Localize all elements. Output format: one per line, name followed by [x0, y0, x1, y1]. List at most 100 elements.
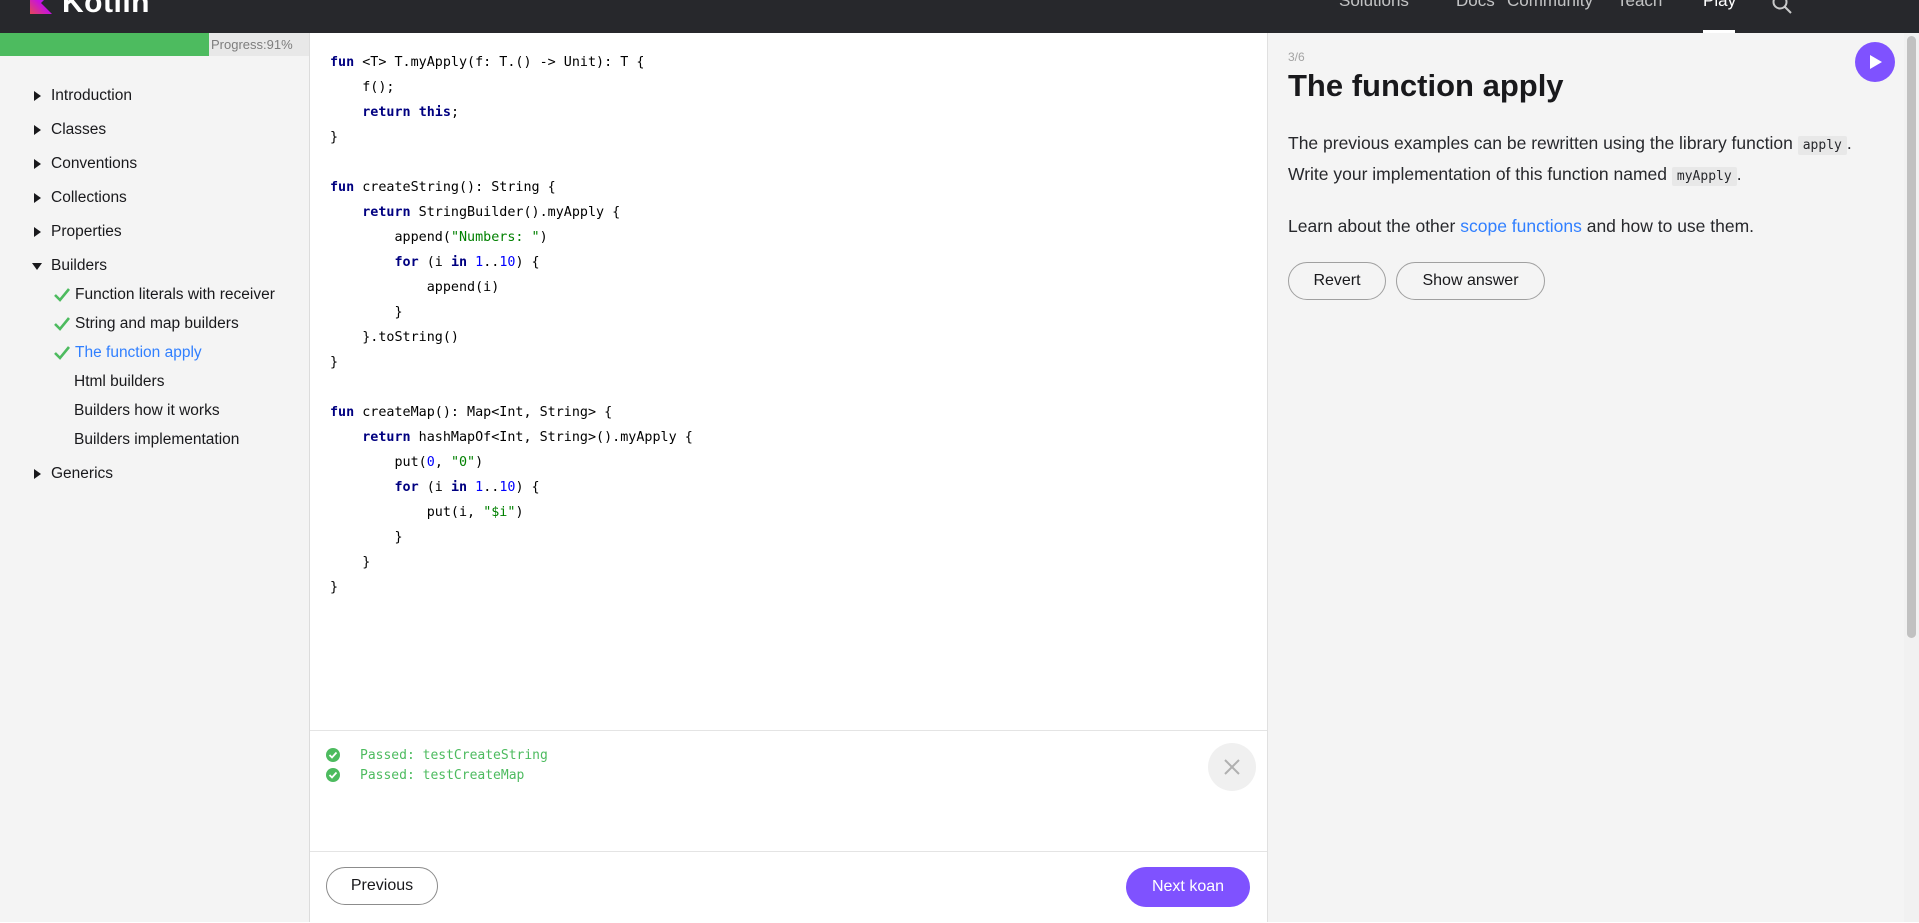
koan-counter: 3/6 — [1288, 50, 1305, 64]
kotlin-logo-icon — [30, 0, 52, 14]
test-result-text: Passed: testCreateMap — [360, 767, 525, 783]
code-line[interactable]: fun <T> T.myApply(f: T.() -> Unit): T { — [330, 50, 693, 75]
code-line[interactable]: ​ — [330, 150, 693, 175]
section-label: Classes — [51, 121, 107, 138]
nav-docs[interactable]: Docs — [1456, 0, 1495, 11]
task-title: The function apply — [1288, 68, 1564, 103]
koan-function-literals-with-receiver[interactable]: Function literals with receiver — [53, 282, 275, 308]
code-line[interactable]: append("Numbers: ") — [330, 225, 693, 250]
description-text: The previous examples can be rewritten u… — [1288, 133, 1793, 153]
section-label: Conventions — [51, 155, 138, 172]
test-result-line: Passed: testCreateMap — [326, 765, 524, 785]
section-label: Generics — [51, 465, 114, 482]
koan-html-builders[interactable]: Html builders — [74, 369, 164, 395]
revert-button[interactable]: Revert — [1288, 262, 1386, 300]
nav-teach[interactable]: Teach — [1617, 0, 1662, 11]
caret-right-icon — [34, 469, 41, 479]
inline-code: apply — [1797, 136, 1847, 155]
code-line[interactable]: }.toString() — [330, 325, 693, 350]
check-circle-icon — [326, 768, 340, 782]
caret-right-icon — [34, 125, 41, 135]
previous-button[interactable]: Previous — [326, 867, 438, 905]
section-label: Collections — [51, 189, 127, 206]
progress-label: Progress:91% — [211, 37, 293, 52]
section-conventions[interactable]: Conventions — [0, 151, 137, 177]
code-line[interactable]: } — [330, 575, 693, 600]
run-button[interactable] — [1855, 42, 1895, 82]
code-line[interactable]: for (i in 1..10) { — [330, 250, 693, 275]
code-line[interactable]: ​ — [330, 375, 693, 400]
koan-label: Builders how it works — [74, 402, 220, 419]
task-hint: Learn about the other scope functions an… — [1288, 212, 1888, 241]
test-output-console: Passed: testCreateString Passed: testCre… — [310, 730, 1267, 851]
hint-text: Learn about the other — [1288, 216, 1456, 236]
logo-text: Kotlin — [62, 0, 150, 19]
code-line[interactable]: } — [330, 550, 693, 575]
nav-community[interactable]: Community — [1507, 0, 1593, 11]
nav-solutions[interactable]: Solutions — [1339, 0, 1409, 11]
code-line[interactable]: } — [330, 125, 693, 150]
hint-text: and how to use them. — [1586, 216, 1755, 236]
task-description-panel: 3/6 The function apply The previous exam… — [1267, 33, 1905, 922]
koan-builders-implementation[interactable]: Builders implementation — [74, 427, 239, 453]
koan-the-function-apply[interactable]: The function apply — [53, 340, 202, 366]
caret-right-icon — [34, 91, 41, 101]
section-label: Builders — [51, 257, 107, 274]
code-line[interactable]: } — [330, 300, 693, 325]
code-editor[interactable]: fun <T> T.myApply(f: T.() -> Unit): T { … — [310, 33, 1267, 730]
code-line[interactable]: fun createString(): String { — [330, 175, 693, 200]
koan-label: String and map builders — [75, 315, 239, 332]
section-builders[interactable]: Builders — [0, 253, 107, 279]
koan-string-and-map-builders[interactable]: String and map builders — [53, 311, 239, 337]
check-circle-icon — [326, 748, 340, 762]
close-console-button[interactable] — [1208, 743, 1256, 791]
code-line[interactable]: return StringBuilder().myApply { — [330, 200, 693, 225]
code-line[interactable]: put(0, "0") — [330, 450, 693, 475]
code-line[interactable]: } — [330, 350, 693, 375]
code-line[interactable]: return this; — [330, 100, 693, 125]
checkmark-icon — [54, 288, 71, 302]
code-content[interactable]: fun <T> T.myApply(f: T.() -> Unit): T { … — [330, 50, 693, 600]
checkmark-icon — [54, 346, 71, 360]
caret-down-icon — [32, 263, 42, 270]
section-classes[interactable]: Classes — [0, 117, 106, 143]
close-icon — [1224, 759, 1240, 775]
section-collections[interactable]: Collections — [0, 185, 127, 211]
caret-right-icon — [34, 227, 41, 237]
code-line[interactable]: return hashMapOf<Int, String>().myApply … — [330, 425, 693, 450]
code-line[interactable]: append(i) — [330, 275, 693, 300]
inline-code: myApply — [1671, 167, 1737, 186]
next-koan-button[interactable]: Next koan — [1126, 867, 1250, 907]
section-properties[interactable]: Properties — [0, 219, 122, 245]
code-line[interactable]: fun createMap(): Map<Int, String> { — [330, 400, 693, 425]
code-line[interactable]: put(i, "$i") — [330, 500, 693, 525]
test-result-text: Passed: testCreateString — [360, 747, 548, 763]
progress-bar: Progress:91% — [0, 33, 309, 56]
koans-sidebar: Progress:91% Introduction Classes Conven… — [0, 33, 310, 922]
scope-functions-link[interactable]: scope functions — [1460, 216, 1582, 236]
show-answer-button[interactable]: Show answer — [1396, 262, 1545, 300]
code-line[interactable]: } — [330, 525, 693, 550]
description-text: . — [1736, 164, 1742, 184]
main-nav: Solutions Docs Community Teach Play — [1339, 0, 1919, 33]
koan-label: Builders implementation — [74, 431, 240, 448]
nav-play[interactable]: Play — [1703, 0, 1736, 11]
koan-label: Function literals with receiver — [75, 286, 275, 303]
section-label: Introduction — [51, 87, 132, 104]
section-introduction[interactable]: Introduction — [0, 83, 132, 109]
task-description: The previous examples can be rewritten u… — [1288, 129, 1888, 191]
code-line[interactable]: f(); — [330, 75, 693, 100]
play-icon — [1870, 55, 1882, 69]
code-line[interactable]: for (i in 1..10) { — [330, 475, 693, 500]
caret-right-icon — [34, 159, 41, 169]
page-scrollbar[interactable] — [1904, 33, 1919, 922]
search-icon[interactable] — [1771, 0, 1793, 15]
progress-bar-fill — [0, 33, 210, 56]
navigation-footer: Previous Next koan — [310, 851, 1267, 923]
koan-label: Html builders — [74, 373, 165, 390]
koan-builders-how-it-works[interactable]: Builders how it works — [74, 398, 220, 424]
section-generics[interactable]: Generics — [0, 461, 113, 487]
top-navigation-bar: Kotlin Solutions Docs Community Teach Pl… — [0, 0, 1919, 33]
kotlin-logo[interactable]: Kotlin — [30, 0, 150, 19]
scrollbar-thumb[interactable] — [1907, 36, 1916, 638]
